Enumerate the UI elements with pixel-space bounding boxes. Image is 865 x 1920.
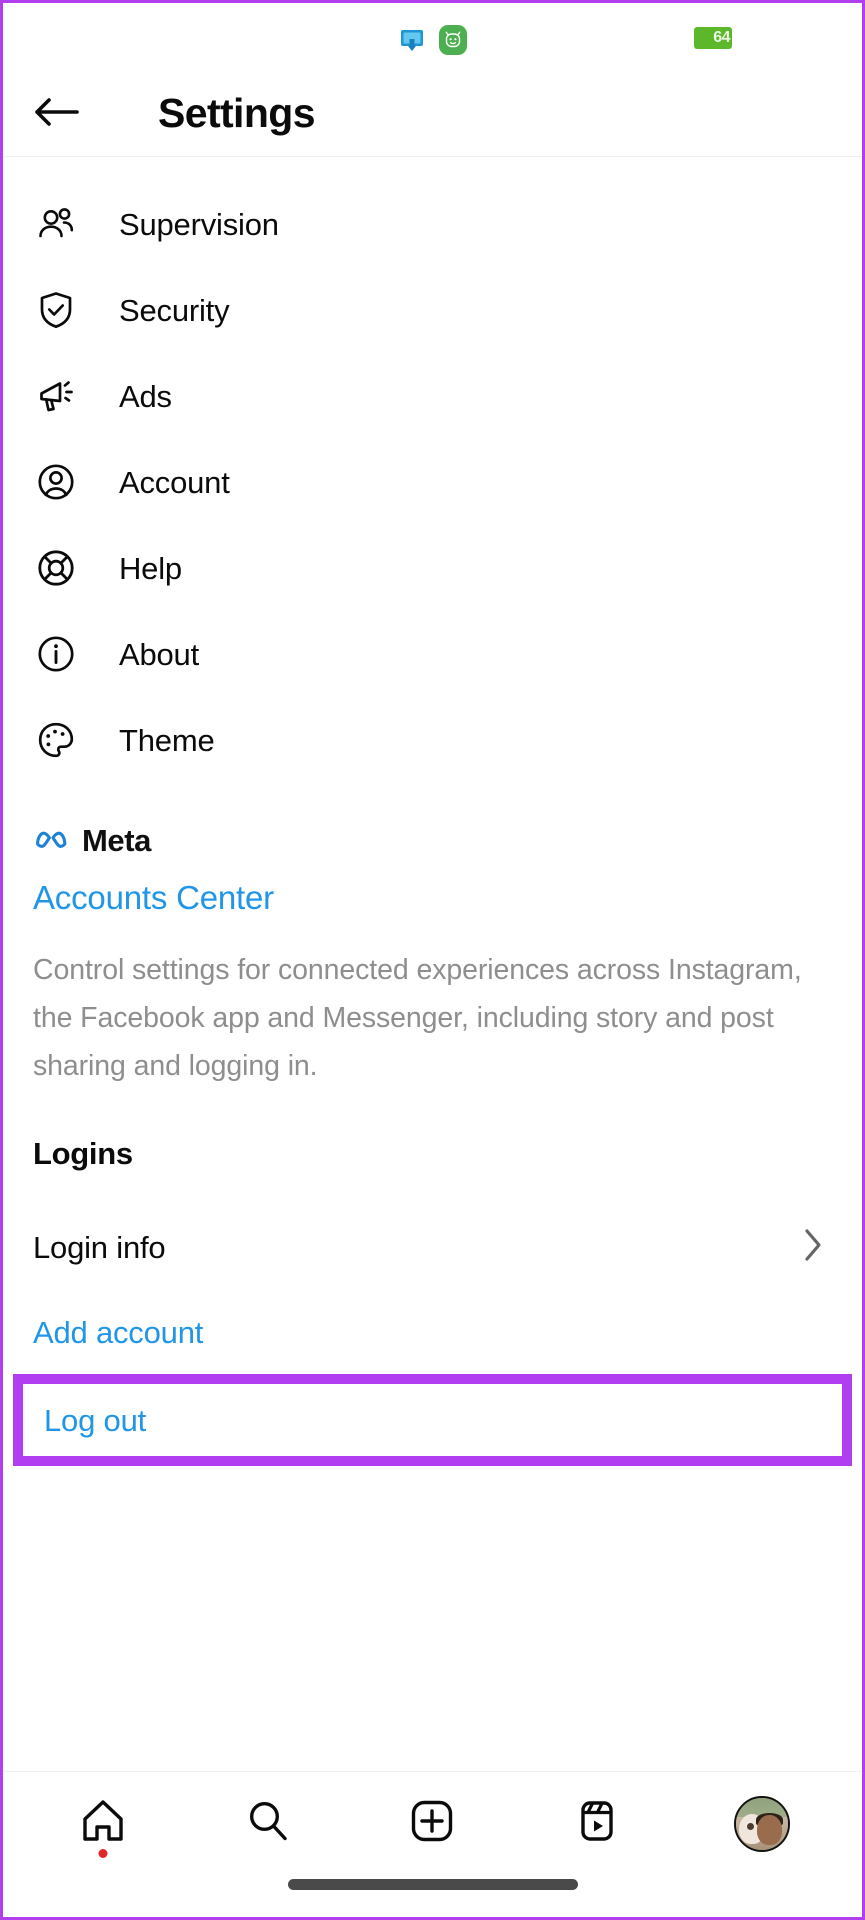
avatar-plush-eye	[746, 1822, 754, 1830]
back-arrow-icon	[33, 95, 79, 132]
battery-level-text: 64	[713, 29, 730, 46]
nav-item-home[interactable]	[55, 1788, 151, 1860]
settings-row-label: Help	[119, 550, 182, 586]
megaphone-icon	[33, 373, 79, 419]
settings-row-account[interactable]: Account	[3, 439, 862, 525]
logins-section: Logins Login info Add account	[3, 1090, 862, 1348]
status-bar-center-icons	[399, 25, 467, 55]
status-bar-right: 64	[694, 27, 732, 49]
settings-row-label: Security	[119, 292, 230, 328]
settings-list: Supervision Security Ads Account Help Ab…	[3, 181, 862, 789]
nav-item-search[interactable]	[220, 1788, 316, 1860]
settings-row-label: About	[119, 636, 200, 672]
info-circle-icon	[33, 631, 79, 677]
person-circle-icon	[33, 459, 79, 505]
plus-square-icon	[406, 1795, 458, 1852]
page-title: Settings	[158, 90, 316, 136]
nav-item-create[interactable]	[384, 1788, 480, 1860]
settings-row-theme[interactable]: Theme	[3, 697, 862, 783]
green-app-badge-icon	[438, 25, 467, 55]
back-button[interactable]	[33, 91, 79, 137]
log-out-label: Log out	[44, 1402, 147, 1438]
login-info-row[interactable]: Login info	[33, 1209, 832, 1285]
settings-row-help[interactable]: Help	[3, 525, 862, 611]
meta-infinity-logo	[33, 826, 73, 855]
meta-section: Meta Accounts Center Control settings fo…	[3, 789, 862, 1090]
phone-screen: 64 Settings Supervision Security Ads Acc…	[0, 0, 865, 1920]
home-indicator-bar[interactable]	[287, 1879, 578, 1890]
avatar	[733, 1795, 790, 1852]
app-header: Settings	[3, 71, 862, 157]
log-out-button[interactable]: Log out	[13, 1374, 852, 1466]
meta-wordmark: Meta	[82, 823, 152, 858]
screen-cast-icon	[399, 28, 425, 52]
life-ring-icon	[33, 545, 79, 591]
settings-row-label: Theme	[119, 722, 215, 758]
chevron-right-icon	[802, 1227, 824, 1268]
logins-heading: Logins	[33, 1136, 133, 1171]
battery-indicator: 64	[694, 27, 732, 49]
add-account-button[interactable]: Add account	[33, 1317, 203, 1348]
settings-row-ads[interactable]: Ads	[3, 353, 862, 439]
status-bar: 64	[3, 3, 862, 71]
settings-row-security[interactable]: Security	[3, 267, 862, 353]
login-info-label: Login info	[33, 1229, 166, 1265]
accounts-center-link[interactable]: Accounts Center	[33, 881, 274, 914]
settings-row-label: Supervision	[119, 206, 279, 242]
people-icon	[33, 201, 79, 247]
bottom-navigation-bar	[3, 1771, 862, 1875]
settings-row-label: Account	[119, 464, 230, 500]
search-icon	[242, 1795, 294, 1852]
nav-item-profile[interactable]	[714, 1788, 810, 1860]
settings-content: Supervision Security Ads Account Help Ab…	[3, 157, 862, 1771]
settings-row-supervision[interactable]: Supervision	[3, 181, 862, 267]
palette-icon	[33, 717, 79, 763]
meta-brand: Meta	[33, 825, 832, 856]
reels-icon	[571, 1795, 623, 1852]
settings-row-label: Ads	[119, 378, 172, 414]
avatar-person-face	[756, 1814, 782, 1845]
home-indicator-area	[3, 1875, 862, 1917]
home-icon	[77, 1795, 129, 1852]
home-notification-dot	[98, 1848, 108, 1858]
meta-description: Control settings for connected experienc…	[33, 954, 802, 1082]
nav-item-reels[interactable]	[549, 1788, 645, 1860]
settings-row-about[interactable]: About	[3, 611, 862, 697]
shield-check-icon	[33, 287, 79, 333]
